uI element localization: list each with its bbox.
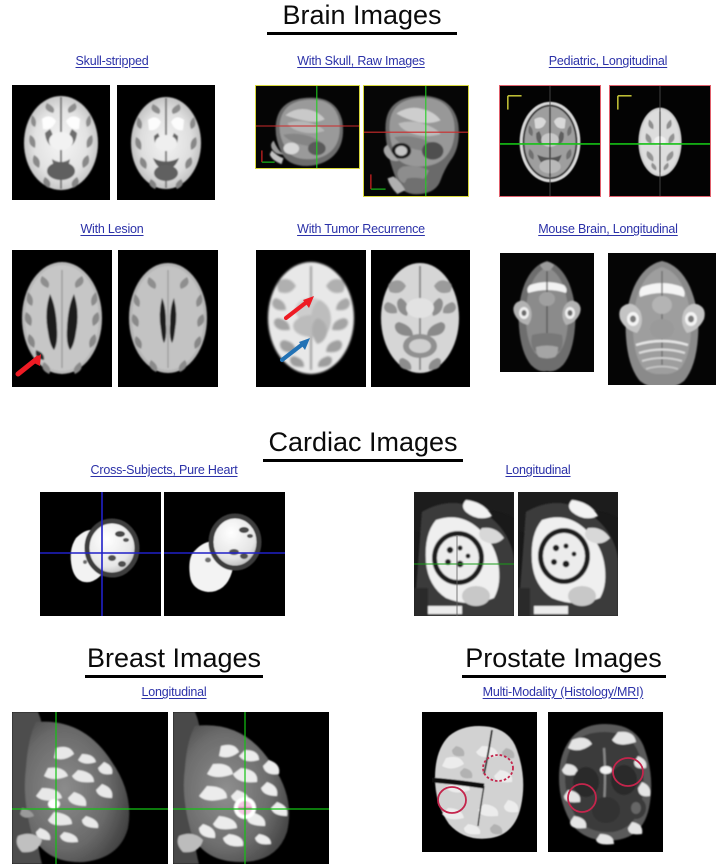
- axial-brain-mri-tumor-arrows: [256, 250, 366, 387]
- panel-cardiac-long-1[interactable]: [414, 492, 514, 616]
- subtitle-tumor-recurrence[interactable]: With Tumor Recurrence: [258, 222, 464, 236]
- subtitle-skull-stripped[interactable]: Skull-stripped: [12, 54, 212, 68]
- subtitle-cross-subjects[interactable]: Cross-Subjects, Pure Heart: [54, 463, 274, 477]
- cardiac-mri-short-axis-2: [518, 492, 618, 616]
- section-title-breast-text: Breast Images: [86, 643, 262, 673]
- panel-pediatric-1[interactable]: [499, 85, 601, 197]
- subtitle-with-skull[interactable]: With Skull, Raw Images: [258, 54, 464, 68]
- 3d-heart-surface-crosshair-1: [40, 492, 161, 616]
- cardiac-mri-short-axis-1: [414, 492, 514, 616]
- panel-breast-1[interactable]: [12, 712, 168, 864]
- panel-with-lesion-1[interactable]: [12, 250, 112, 387]
- sagittal-head-mri-crosshair-2: [364, 86, 468, 196]
- subtitle-breast-longitudinal[interactable]: Longitudinal: [114, 685, 234, 699]
- panel-with-skull-2[interactable]: [363, 85, 469, 197]
- panel-tumor-2[interactable]: [371, 250, 470, 387]
- title-rule: [267, 32, 457, 35]
- axial-brain-mri-skull-stripped-1: [12, 85, 110, 200]
- panel-with-skull-1[interactable]: [255, 85, 360, 169]
- section-title-prostate: Prostate Images: [456, 643, 671, 678]
- axial-brain-mri-tumor-followup: [371, 250, 470, 387]
- subtitle-pediatric[interactable]: Pediatric, Longitudinal: [496, 54, 720, 68]
- panel-cardiac-cross-1[interactable]: [40, 492, 161, 616]
- 3d-heart-surface-crosshair-2: [164, 492, 285, 616]
- prostate-histology-slice: [422, 712, 537, 852]
- panel-prostate-histology[interactable]: [422, 712, 537, 852]
- panel-pediatric-2[interactable]: [609, 85, 711, 197]
- panel-tumor-1[interactable]: [256, 250, 366, 387]
- panel-breast-2[interactable]: [173, 712, 329, 864]
- section-title-prostate-text: Prostate Images: [465, 643, 662, 673]
- axial-mouse-brain-mri-2: [608, 253, 716, 385]
- prostate-mri-axial-slice: [548, 712, 663, 852]
- panel-with-lesion-2[interactable]: [118, 250, 218, 387]
- subtitle-cardiac-longitudinal[interactable]: Longitudinal: [458, 463, 618, 477]
- section-title-brain-text: Brain Images: [282, 0, 442, 30]
- axial-brain-mri-lesion-arrow: [12, 250, 112, 387]
- panel-mouse-brain-2[interactable]: [608, 253, 716, 385]
- title-rule: [263, 459, 463, 462]
- axial-brain-mri-skull-stripped-2: [117, 85, 215, 200]
- title-rule: [462, 675, 666, 678]
- panel-skull-stripped-2[interactable]: [117, 85, 215, 200]
- axial-mouse-brain-mri-1: [500, 253, 594, 372]
- axial-pediatric-brain-mri-2: [610, 86, 710, 196]
- section-title-breast: Breast Images: [79, 643, 269, 678]
- panel-skull-stripped-1[interactable]: [12, 85, 110, 200]
- subtitle-mouse-brain[interactable]: Mouse Brain, Longitudinal: [496, 222, 720, 236]
- panel-prostate-mri[interactable]: [548, 712, 663, 852]
- title-rule: [85, 675, 263, 678]
- section-title-cardiac: Cardiac Images: [258, 427, 468, 462]
- sagittal-head-mri-crosshair-1: [256, 86, 359, 168]
- panel-cardiac-cross-2[interactable]: [164, 492, 285, 616]
- breast-mri-sagittal-crosshair-1: [12, 712, 168, 864]
- axial-brain-mri-lesion-followup: [118, 250, 218, 387]
- axial-pediatric-brain-mri-1: [500, 86, 600, 196]
- subtitle-with-lesion[interactable]: With Lesion: [12, 222, 212, 236]
- panel-mouse-brain-1[interactable]: [500, 253, 594, 372]
- subtitle-prostate-multimodality[interactable]: Multi-Modality (Histology/MRI): [443, 685, 683, 699]
- breast-mri-sagittal-crosshair-2: [173, 712, 329, 864]
- section-title-cardiac-text: Cardiac Images: [268, 427, 458, 457]
- panel-cardiac-long-2[interactable]: [518, 492, 618, 616]
- section-title-brain: Brain Images: [262, 0, 462, 35]
- lesion-bright-spot: [48, 799, 60, 809]
